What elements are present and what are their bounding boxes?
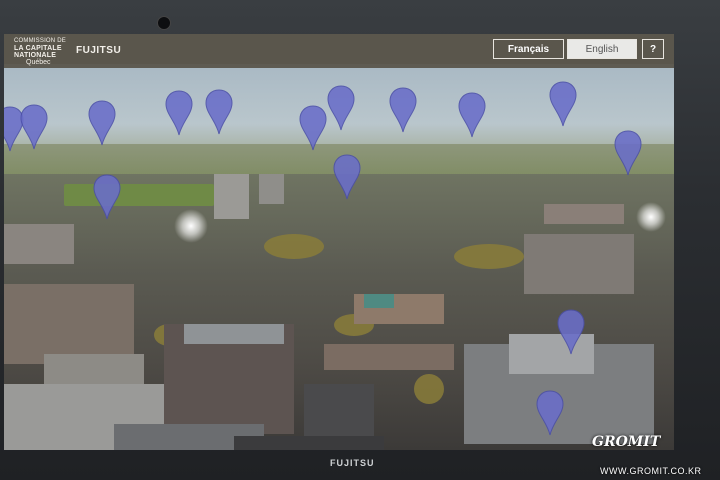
map-pin-icon[interactable]	[205, 89, 233, 135]
map-pin-icon[interactable]	[389, 87, 417, 133]
building	[4, 284, 134, 364]
building	[4, 224, 74, 264]
map-pin-icon[interactable]	[88, 100, 116, 146]
map-pin-icon[interactable]	[536, 390, 564, 436]
watermark-name: GROMIT	[592, 434, 661, 450]
webcam-icon	[157, 16, 171, 30]
language-french-button[interactable]: Français	[493, 39, 564, 59]
fujitsu-logo: FUJITSU	[76, 45, 122, 56]
map-pin-icon[interactable]	[549, 81, 577, 127]
help-button[interactable]: ?	[642, 39, 664, 59]
map-pin-icon[interactable]	[20, 104, 48, 150]
map-pin-icon[interactable]	[557, 309, 585, 355]
tree-cluster	[264, 234, 324, 259]
logo-line-2: LA CAPITALE	[14, 45, 62, 52]
tree-cluster	[454, 244, 524, 269]
logo-line-3: NATIONALE	[14, 52, 57, 59]
map-pin-icon[interactable]	[614, 130, 642, 176]
building	[214, 174, 249, 219]
building	[324, 344, 454, 370]
screen-glare	[174, 209, 208, 243]
map-pin-icon[interactable]	[299, 105, 327, 151]
building	[259, 174, 284, 204]
tree-cluster	[414, 374, 444, 404]
building	[544, 204, 624, 224]
building	[524, 234, 634, 294]
map-pin-icon[interactable]	[458, 92, 486, 138]
monitor-brand-label: FUJITSU	[330, 458, 375, 468]
rooftop	[184, 324, 284, 344]
green-roof	[364, 294, 394, 308]
map-pin-icon[interactable]	[165, 90, 193, 136]
screen-glare	[636, 202, 666, 232]
quebec-logo: Québec	[26, 59, 51, 66]
watermark-url: WWW.GROMIT.CO.KR	[600, 466, 702, 476]
logo-line-1: COMMISSION DE	[14, 38, 66, 44]
capitale-nationale-logo: COMMISSION DE LA CAPITALE NATIONALE	[14, 38, 66, 59]
language-english-button[interactable]: English	[567, 39, 637, 59]
kiosk-screen: COMMISSION DE LA CAPITALE NATIONALE Québ…	[4, 34, 674, 450]
park-area	[64, 184, 214, 206]
map-pin-icon[interactable]	[327, 85, 355, 131]
map-pin-icon[interactable]	[93, 174, 121, 220]
street	[234, 436, 384, 450]
map-pin-icon[interactable]	[333, 154, 361, 200]
kiosk-header: COMMISSION DE LA CAPITALE NATIONALE Québ…	[4, 34, 674, 68]
